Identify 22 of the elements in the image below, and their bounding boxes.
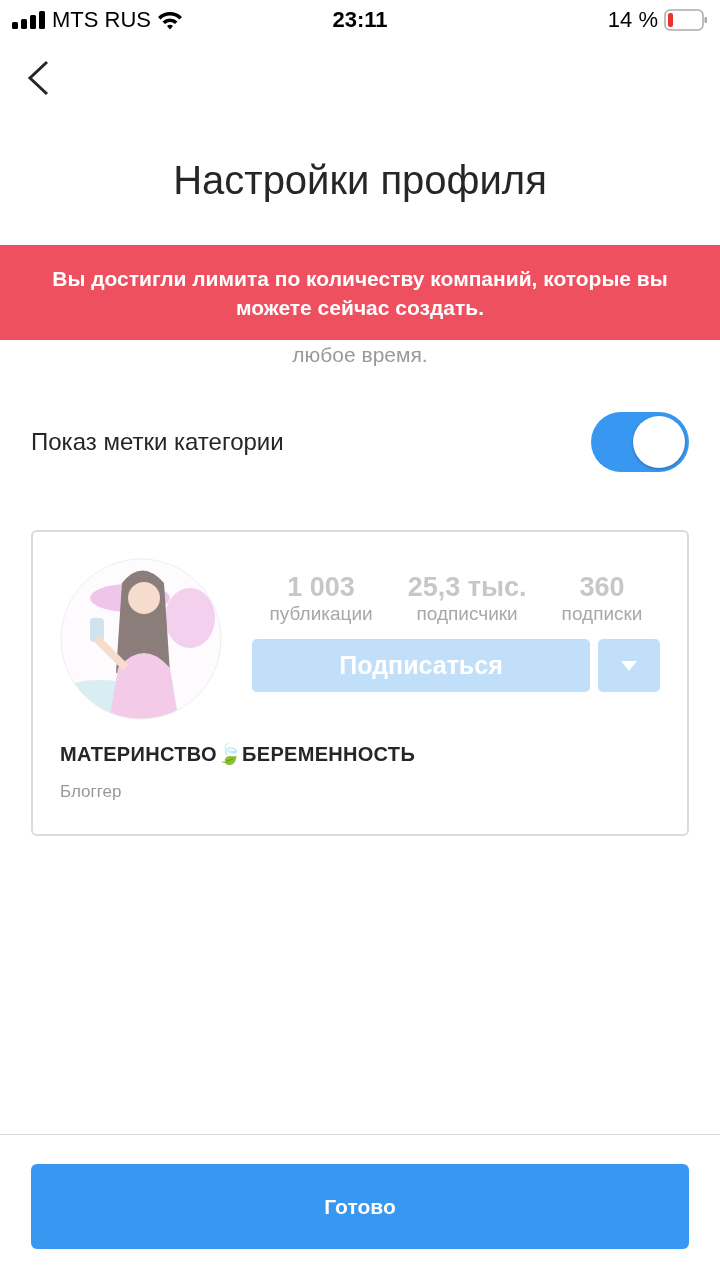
error-banner: Вы достигли лимита по количеству компаний, которые вы можете сейчас создать.	[0, 245, 720, 340]
back-icon[interactable]	[26, 60, 50, 96]
stat-value: 360	[579, 572, 625, 603]
toggle-switch[interactable]	[591, 412, 689, 472]
battery-icon	[664, 9, 708, 31]
profile-name: МАТЕРИНСТВО🍃БЕРЕМЕННОСТЬ	[60, 742, 417, 766]
toggle-label: Показ метки категории	[31, 428, 284, 456]
stat-label: публикации	[269, 603, 373, 625]
stat-value: 25,3 тыс.	[407, 572, 527, 603]
battery-percent: 14 %	[607, 7, 658, 33]
signal-icon	[12, 11, 46, 29]
caret-icon	[621, 660, 637, 671]
profile-category: Блоггер	[60, 782, 123, 802]
clock-time: 23:11	[332, 7, 388, 33]
done-button[interactable]: Готово	[31, 1164, 689, 1249]
description-text: любое время.	[291, 343, 429, 367]
page-title: Настройки профиля	[172, 158, 548, 203]
stat-label: подписчики	[416, 603, 518, 625]
stat-value: 1 003	[287, 572, 355, 603]
wifi-icon	[157, 10, 183, 30]
carrier-name: MTS RUS	[52, 7, 151, 33]
stat-label: подписки	[561, 603, 643, 625]
